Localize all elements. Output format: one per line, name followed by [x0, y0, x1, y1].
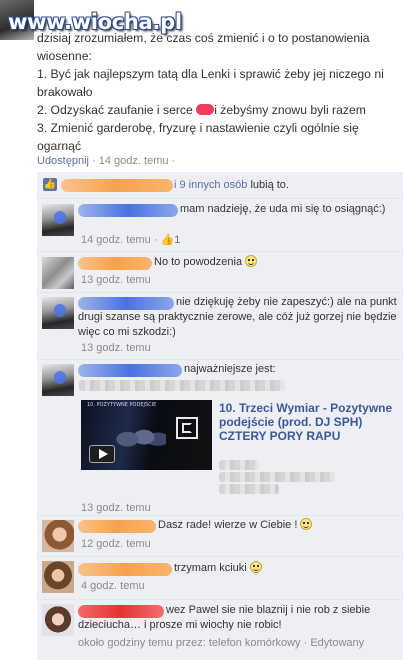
post-line-2: 2. Odzyskać zaufanie i serce i żebyśmy z… — [37, 103, 366, 117]
likes-summary: 👍 i 9 innych osób lubią to. — [37, 172, 403, 199]
blurred-liker-name[interactable] — [61, 179, 173, 192]
avatar[interactable] — [42, 257, 74, 289]
comment-text: najważniejsze jest: — [184, 363, 276, 375]
comment-time[interactable]: 13 godz. temu — [81, 274, 151, 286]
avatar[interactable] — [42, 604, 74, 636]
comment-meta: około godziny temu przez: telefon komórk… — [78, 637, 365, 649]
comment-meta: 14 godz. temu · 👍1 — [81, 234, 181, 246]
watermark-logo: www.wiocha.pl — [0, 0, 190, 38]
video-title-link[interactable]: 10. Trzeci Wymiar - Pozytywne podejście … — [219, 401, 399, 443]
comment-item: mam nadzieję, że uda mi się to osiągnąć:… — [37, 198, 403, 252]
comment-text: wez Pawel sie nie blaznij i nie rob z si… — [78, 604, 371, 631]
smiley-icon — [245, 255, 258, 267]
avatar[interactable] — [42, 520, 74, 552]
watermark-text: www.wiocha.pl — [8, 10, 182, 34]
comment-text: mam nadzieję, że uda mi się to osiągnąć:… — [180, 203, 386, 215]
band-figures-image — [111, 414, 166, 456]
comment-time[interactable]: 12 godz. temu — [81, 538, 151, 550]
comment-time[interactable]: 13 godz. temu — [81, 342, 151, 354]
blurred-link-url[interactable] — [79, 380, 285, 391]
label-logo-icon — [176, 417, 198, 439]
edited-label[interactable]: Edytowany — [310, 637, 364, 649]
post-meta: Udostępnij · 14 godz. temu · — [37, 155, 176, 167]
comment-item: No to powodzenia 13 godz. temu — [37, 252, 403, 293]
smiley-icon — [300, 518, 313, 530]
comment-item: wez Pawel sie nie blaznij i nie rob z si… — [37, 600, 403, 660]
comment-time[interactable]: 13 godz. temu — [81, 502, 151, 514]
comment-item: nie dziękuję żeby nie zapeszyć:) ale na … — [37, 293, 403, 360]
avatar[interactable] — [42, 204, 74, 236]
comment-item: Dasz rade! wierze w Ciebie ! 12 godz. te… — [37, 516, 403, 557]
smiley-icon — [249, 561, 262, 573]
share-link[interactable]: Udostępnij — [37, 155, 89, 167]
comment-like-count[interactable]: 👍1 — [161, 234, 181, 246]
post-body: dzisiaj zrozumiałem, że czas coś zmienić… — [37, 29, 403, 155]
feedback-panel: 👍 i 9 innych osób lubią to. mam nadzieję… — [37, 172, 403, 660]
comment-item: trzymam kciuki 4 godz. temu — [37, 557, 403, 600]
blurred-video-meta — [219, 460, 259, 470]
play-icon[interactable] — [89, 445, 115, 463]
avatar[interactable] — [42, 561, 74, 593]
blurred-video-description — [219, 472, 335, 482]
video-thumbnail[interactable]: 10. POZYTYWNE PODEJŚCIE — [81, 400, 212, 470]
post-timestamp[interactable]: 14 godz. temu — [99, 155, 169, 167]
comment-text: trzymam kciuki — [174, 562, 247, 574]
comment-text: nie dziękuję żeby nie zapeszyć:) ale na … — [78, 296, 397, 338]
blurred-video-description-2 — [219, 484, 279, 494]
comment-time[interactable]: około godziny temu przez: telefon komórk… — [78, 637, 301, 649]
video-thumb-caption: 10. POZYTYWNE PODEJŚCIE — [87, 402, 157, 408]
like-thumb-icon: 👍 — [43, 178, 57, 191]
avatar[interactable] — [42, 297, 74, 329]
censored-name-blot — [196, 104, 215, 115]
comment-time[interactable]: 14 godz. temu — [81, 234, 151, 246]
comment-time[interactable]: 4 godz. temu — [81, 580, 145, 592]
comment-text: No to powodzenia — [154, 256, 243, 268]
others-likes-link[interactable]: i 9 innych osób — [174, 179, 247, 191]
comment-text: Dasz rade! wierze w Ciebie ! — [158, 519, 298, 531]
post-line-1: 1. Być jak najlepszym tatą dla Lenki i s… — [37, 67, 384, 99]
avatar[interactable] — [42, 364, 74, 396]
post-line-3: 3. Zmienić garderobę, fryzurę i nastawie… — [37, 121, 359, 153]
